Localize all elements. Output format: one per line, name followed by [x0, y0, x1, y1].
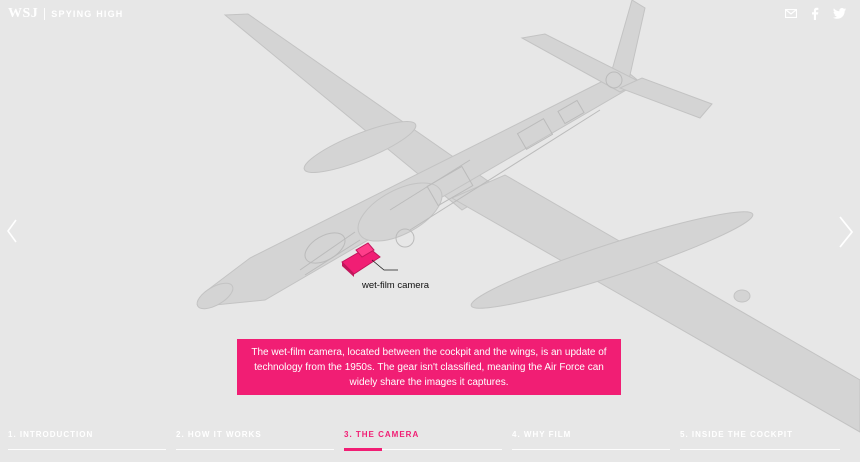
story-title: SPYING HIGH: [51, 9, 124, 19]
twitter-icon[interactable]: [832, 6, 846, 20]
chapter-label: 5. INSIDE THE COCKPIT: [680, 430, 794, 439]
chapter-navigation: 1. INTRODUCTION 2. HOW IT WORKS 3. THE C…: [0, 428, 860, 451]
masthead[interactable]: WSJ SPYING HIGH: [8, 6, 124, 22]
chapter-progress-bar: [344, 448, 382, 451]
caption-box: The wet-film camera, located between the…: [237, 339, 621, 395]
email-icon[interactable]: [784, 6, 798, 20]
next-slide-button[interactable]: [838, 215, 854, 254]
previous-slide-button[interactable]: [6, 218, 18, 249]
share-bar: [784, 6, 846, 20]
facebook-icon[interactable]: [808, 6, 822, 20]
chapter-why-film[interactable]: 4. WHY FILM: [512, 428, 670, 450]
camera-callout-label: wet-film camera: [362, 280, 430, 291]
chapter-introduction[interactable]: 1. INTRODUCTION: [8, 428, 166, 450]
chapter-label: 3. THE CAMERA: [344, 430, 420, 439]
chapter-label: 1. INTRODUCTION: [8, 430, 94, 439]
chapter-label: 2. HOW IT WORKS: [176, 430, 262, 439]
chevron-right-icon[interactable]: [838, 215, 854, 249]
chapter-divider: [512, 449, 670, 450]
chapter-how-it-works[interactable]: 2. HOW IT WORKS: [176, 428, 334, 450]
chapter-the-camera[interactable]: 3. THE CAMERA: [344, 428, 502, 451]
chapter-divider: [680, 449, 840, 450]
callout-leader-line: [371, 259, 398, 271]
chapter-divider: [176, 449, 334, 450]
logo-divider: [44, 8, 46, 20]
caption-text: The wet-film camera, located between the…: [251, 346, 607, 388]
chapter-divider: [8, 449, 166, 450]
chapter-label: 4. WHY FILM: [512, 430, 572, 439]
chapter-inside-the-cockpit[interactable]: 5. INSIDE THE COCKPIT: [680, 428, 840, 450]
chevron-left-icon[interactable]: [6, 218, 18, 244]
wsj-logo[interactable]: WSJ: [8, 6, 38, 22]
